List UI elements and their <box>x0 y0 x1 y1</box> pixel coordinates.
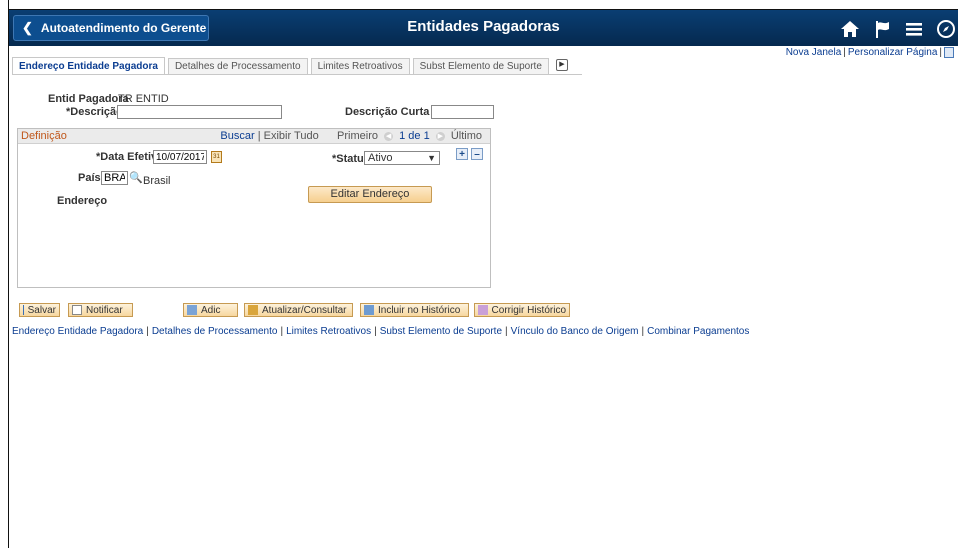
calendar-icon[interactable]: 31 <box>211 151 222 163</box>
add-icon <box>187 305 197 315</box>
history-icon <box>364 305 374 315</box>
notify-icon <box>72 305 82 315</box>
descricao-label: *Descrição <box>66 106 123 118</box>
entid-value: TR ENTID <box>118 93 169 105</box>
pais-description: Brasil <box>143 175 171 187</box>
pais-input[interactable] <box>101 171 128 185</box>
correct-history-icon <box>478 305 488 315</box>
previous-icon[interactable]: ◀ <box>384 131 394 141</box>
adic-button[interactable]: Adic <box>183 303 238 317</box>
buscar-link[interactable]: Buscar <box>220 130 254 142</box>
corrigir-historico-button[interactable]: Corrigir Histórico <box>474 303 570 317</box>
delete-row-button[interactable]: – <box>471 148 483 160</box>
separator: | <box>939 47 942 59</box>
group-header: Definição Buscar | Exibir Tudo Primeiro … <box>18 129 490 144</box>
page-tabs: Endereço Entidade Pagadora Detalhes de P… <box>12 57 582 75</box>
endereco-label: Endereço <box>57 195 108 207</box>
status-value: Ativo <box>368 152 393 164</box>
header-banner: ❮ Autoatendimento do Gerente Entidades P… <box>9 9 958 46</box>
home-icon[interactable] <box>839 18 861 40</box>
window-frame-left <box>0 0 9 548</box>
tab-limites-retroativos[interactable]: Limites Retroativos <box>310 58 410 74</box>
editar-endereco-button[interactable]: Editar Endereço <box>308 186 432 203</box>
data-efetiva-input[interactable] <box>153 150 207 164</box>
bottom-links: Endereço Entidade Pagadora | Detalhes de P… <box>12 326 749 337</box>
primeiro-label: Primeiro <box>337 130 378 142</box>
descricao-curta-input[interactable] <box>431 105 494 119</box>
chevron-down-icon: ▼ <box>427 153 436 163</box>
incluir-label: Incluir no Histórico <box>378 304 461 316</box>
separator: | <box>843 47 846 59</box>
group-navigation: Buscar | Exibir Tudo Primeiro ◀ 1 de 1 ▶… <box>220 130 482 142</box>
notificar-label: Notificar <box>86 304 123 316</box>
back-button[interactable]: ❮ Autoatendimento do Gerente <box>13 15 209 41</box>
ultimo-label: Último <box>450 130 482 142</box>
separator: | <box>374 326 377 337</box>
group-title: Definição <box>21 130 67 142</box>
flag-icon[interactable] <box>871 18 893 40</box>
tab-detalhes-processamento[interactable]: Detalhes de Processamento <box>167 58 308 74</box>
separator: | <box>280 326 284 337</box>
personalize-page-link[interactable]: Personalizar Página <box>848 47 938 58</box>
salvar-button[interactable]: Salvar <box>19 303 60 317</box>
lookup-icon[interactable]: 🔍 <box>129 171 143 184</box>
window-frame-top <box>0 0 958 9</box>
exibir-tudo-link[interactable]: Exibir Tudo <box>264 130 319 142</box>
update-icon <box>248 305 258 315</box>
top-links: Nova Janela | Personalizar Página | <box>786 47 954 58</box>
navbar-compass-icon[interactable] <box>935 18 957 40</box>
status-select[interactable]: Ativo ▼ <box>364 151 440 165</box>
save-icon <box>23 305 24 315</box>
new-window-link[interactable]: Nova Janela <box>786 47 842 58</box>
separator: | <box>641 326 645 337</box>
incluir-historico-button[interactable]: Incluir no Histórico <box>360 303 469 317</box>
salvar-label: Salvar <box>27 304 56 316</box>
link-combinar-pagamentos[interactable]: Combinar Pagamentos <box>647 326 749 337</box>
tab-subst-elemento[interactable]: Subst Elemento de Suporte <box>412 58 549 74</box>
tab-endereco-entidade[interactable]: Endereço Entidade Pagadora <box>12 57 165 74</box>
next-icon[interactable]: ▶ <box>435 131 445 141</box>
pais-label: País <box>78 172 101 184</box>
add-row-button[interactable]: + <box>456 148 468 160</box>
back-button-label: Autoatendimento do Gerente <box>40 21 207 35</box>
chevron-left-icon: ❮ <box>22 20 33 35</box>
tab-scroll-right-icon[interactable]: ▶ <box>555 59 568 71</box>
descricao-input[interactable] <box>117 105 282 119</box>
link-subst-elemento[interactable]: Subst Elemento de Suporte <box>380 326 502 337</box>
page-options-icon[interactable] <box>944 47 954 58</box>
atualizar-consultar-button[interactable]: Atualizar/Consultar <box>244 303 353 317</box>
link-limites-retroativos[interactable]: Limites Retroativos <box>286 326 371 337</box>
corrigir-label: Corrigir Histórico <box>491 304 566 316</box>
link-endereco-entidade[interactable]: Endereço Entidade Pagadora <box>12 326 143 337</box>
adic-label: Adic <box>201 304 221 316</box>
pager-text: 1 de 1 <box>399 130 430 142</box>
link-detalhes-processamento[interactable]: Detalhes de Processamento <box>152 326 278 337</box>
menu-icon[interactable] <box>903 18 925 40</box>
notificar-button[interactable]: Notificar <box>68 303 133 317</box>
link-vinculo-banco[interactable]: Vínculo do Banco de Origem <box>511 326 639 337</box>
atualizar-label: Atualizar/Consultar <box>262 304 347 316</box>
entid-label: Entid Pagadora <box>48 93 129 105</box>
separator: | <box>505 326 508 337</box>
separator: | <box>146 326 149 337</box>
descricao-curta-label: Descrição Curta <box>345 106 430 118</box>
